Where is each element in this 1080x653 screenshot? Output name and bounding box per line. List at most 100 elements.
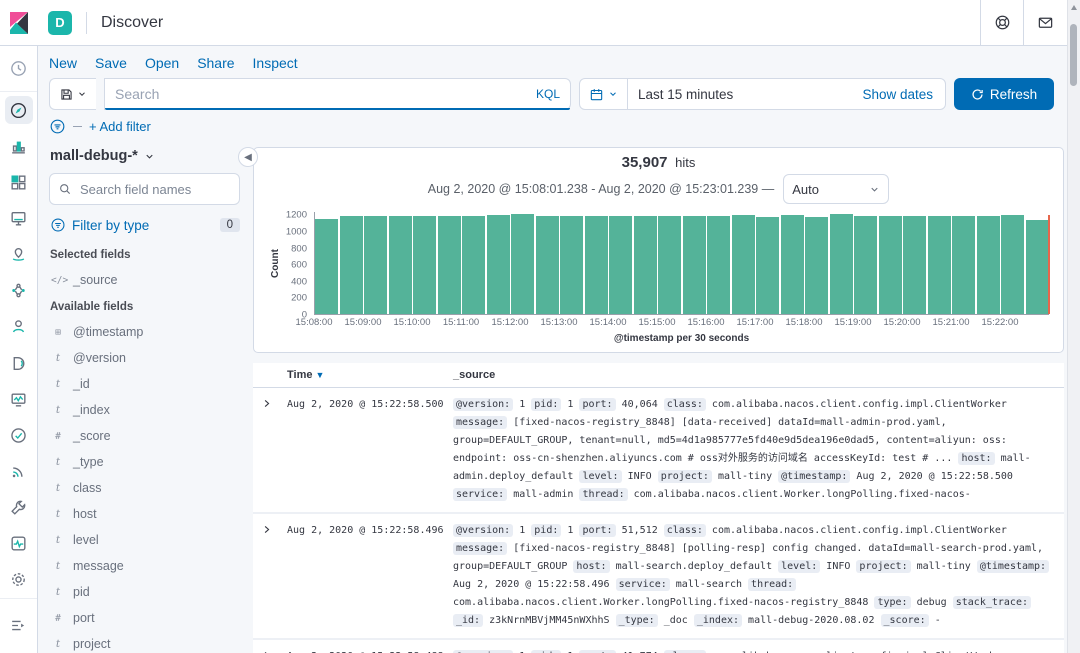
field-@timestamp[interactable]: ⊞@timestamp [49, 319, 240, 345]
saved-query-menu-button[interactable] [49, 78, 96, 110]
field-host[interactable]: thost [49, 501, 240, 527]
scrollbar-thumb[interactable] [1070, 24, 1077, 86]
histogram-bar[interactable] [389, 216, 412, 314]
field-_source[interactable]: </>_source [49, 267, 240, 293]
source-field-badge: @version: [453, 524, 513, 537]
histogram-bar[interactable] [634, 216, 657, 314]
histogram-bar[interactable] [315, 219, 338, 314]
maps-icon[interactable] [0, 237, 37, 273]
histogram-bar[interactable] [781, 215, 804, 314]
histogram-bar[interactable] [732, 215, 755, 314]
kql-language-button[interactable]: KQL [526, 87, 570, 101]
collapse-nav-icon[interactable] [0, 607, 37, 644]
menu-item-inspect[interactable]: Inspect [253, 55, 298, 71]
field-port[interactable]: #port [49, 605, 240, 631]
filter-divider [73, 126, 82, 127]
histogram-bar[interactable] [879, 216, 902, 314]
histogram-bar[interactable] [707, 216, 730, 314]
source-field-value: com.alibaba.nacos.client.config.impl.Cli… [712, 525, 1007, 536]
vertical-scrollbar[interactable] [1067, 0, 1080, 653]
hits-label: hits [675, 155, 695, 170]
date-quick-menu-button[interactable] [580, 79, 628, 109]
uptime-icon[interactable] [0, 417, 37, 453]
histogram-bar[interactable] [438, 216, 461, 314]
field-@version[interactable]: t@version [49, 345, 240, 371]
histogram-bar[interactable] [585, 216, 608, 314]
graph-icon[interactable] [0, 309, 37, 345]
field-level[interactable]: tlevel [49, 527, 240, 553]
search-input[interactable] [105, 86, 526, 102]
menu-item-open[interactable]: Open [145, 55, 179, 71]
histogram-bar[interactable] [511, 214, 534, 314]
dashboard-icon[interactable] [0, 164, 37, 200]
histogram-bar[interactable] [1001, 215, 1024, 314]
app-nav-rail [0, 46, 38, 653]
help-icon[interactable] [980, 0, 1023, 45]
field-class[interactable]: tclass [49, 475, 240, 501]
filter-icon[interactable] [49, 118, 66, 135]
stack-monitoring-icon[interactable] [0, 526, 37, 562]
field-_id[interactable]: t_id [49, 371, 240, 397]
histogram-bar[interactable] [536, 216, 559, 314]
interval-select[interactable]: Auto [783, 174, 889, 204]
histogram-bar[interactable] [805, 217, 828, 314]
metrics-icon[interactable] [0, 381, 37, 417]
histogram-bar[interactable] [487, 215, 510, 314]
show-dates-button[interactable]: Show dates [862, 87, 945, 102]
menu-item-share[interactable]: Share [197, 55, 234, 71]
kibana-logo[interactable] [0, 11, 38, 35]
expand-row-icon[interactable] [261, 648, 279, 653]
field-_score[interactable]: #_score [49, 423, 240, 449]
expand-row-icon[interactable] [261, 522, 279, 630]
histogram-bar[interactable] [1026, 220, 1049, 314]
histogram-bar[interactable] [952, 216, 975, 314]
refresh-button[interactable]: Refresh [954, 78, 1054, 110]
menu-item-new[interactable]: New [49, 55, 77, 71]
histogram-bar[interactable] [340, 216, 363, 314]
logs-icon[interactable] [0, 453, 37, 489]
discover-icon[interactable] [0, 92, 37, 128]
recently-viewed-icon[interactable] [0, 50, 37, 87]
histogram-bar[interactable] [364, 216, 387, 314]
histogram-chart[interactable]: Count 020040060080010001200 [268, 212, 1049, 315]
table-header: Time▼ _source [253, 363, 1064, 388]
mail-icon[interactable] [1023, 0, 1066, 45]
scrollbar-up-arrow[interactable] [1071, 5, 1077, 10]
collapse-sidebar-icon[interactable]: ◀ [238, 147, 258, 167]
index-pattern-switcher[interactable]: mall-debug-* [49, 145, 240, 173]
histogram-bar[interactable] [854, 216, 877, 314]
histogram-bar[interactable] [683, 216, 706, 314]
source-field-value: mall-debug-2020.08.02 [748, 615, 874, 626]
time-column-header[interactable]: Time▼ [287, 369, 445, 381]
field-project[interactable]: tproject [49, 631, 240, 653]
canvas-icon[interactable] [0, 200, 37, 236]
field-search-input[interactable] [78, 181, 231, 198]
histogram-bar[interactable] [462, 216, 485, 314]
field-_type[interactable]: t_type [49, 449, 240, 475]
histogram-bar[interactable] [560, 216, 583, 314]
histogram-bar[interactable] [756, 217, 779, 314]
histogram-bar[interactable] [658, 216, 681, 314]
expand-row-icon[interactable] [261, 396, 279, 504]
histogram-bar[interactable] [413, 216, 436, 314]
y-tick-label: 1200 [286, 210, 307, 221]
field-pid[interactable]: tpid [49, 579, 240, 605]
x-tick-label: 15:13:00 [541, 317, 578, 328]
add-filter-button[interactable]: + Add filter [89, 119, 151, 134]
histogram-bar[interactable] [609, 216, 632, 314]
machine-learning-icon[interactable] [0, 273, 37, 309]
filter-by-type-button[interactable]: Filter by type [72, 218, 214, 233]
field-_index[interactable]: t_index [49, 397, 240, 423]
apm-icon[interactable] [0, 345, 37, 381]
time-range-value[interactable]: Last 15 minutes [628, 87, 862, 102]
menu-item-save[interactable]: Save [95, 55, 127, 71]
management-icon[interactable] [0, 562, 37, 598]
field-message[interactable]: tmessage [49, 553, 240, 579]
histogram-bar[interactable] [928, 216, 951, 314]
source-field-badge: service: [453, 488, 507, 501]
histogram-bar[interactable] [903, 216, 926, 314]
dev-tools-icon[interactable] [0, 490, 37, 526]
histogram-bar[interactable] [977, 216, 1000, 314]
visualize-icon[interactable] [0, 128, 37, 164]
histogram-bar[interactable] [830, 214, 853, 314]
